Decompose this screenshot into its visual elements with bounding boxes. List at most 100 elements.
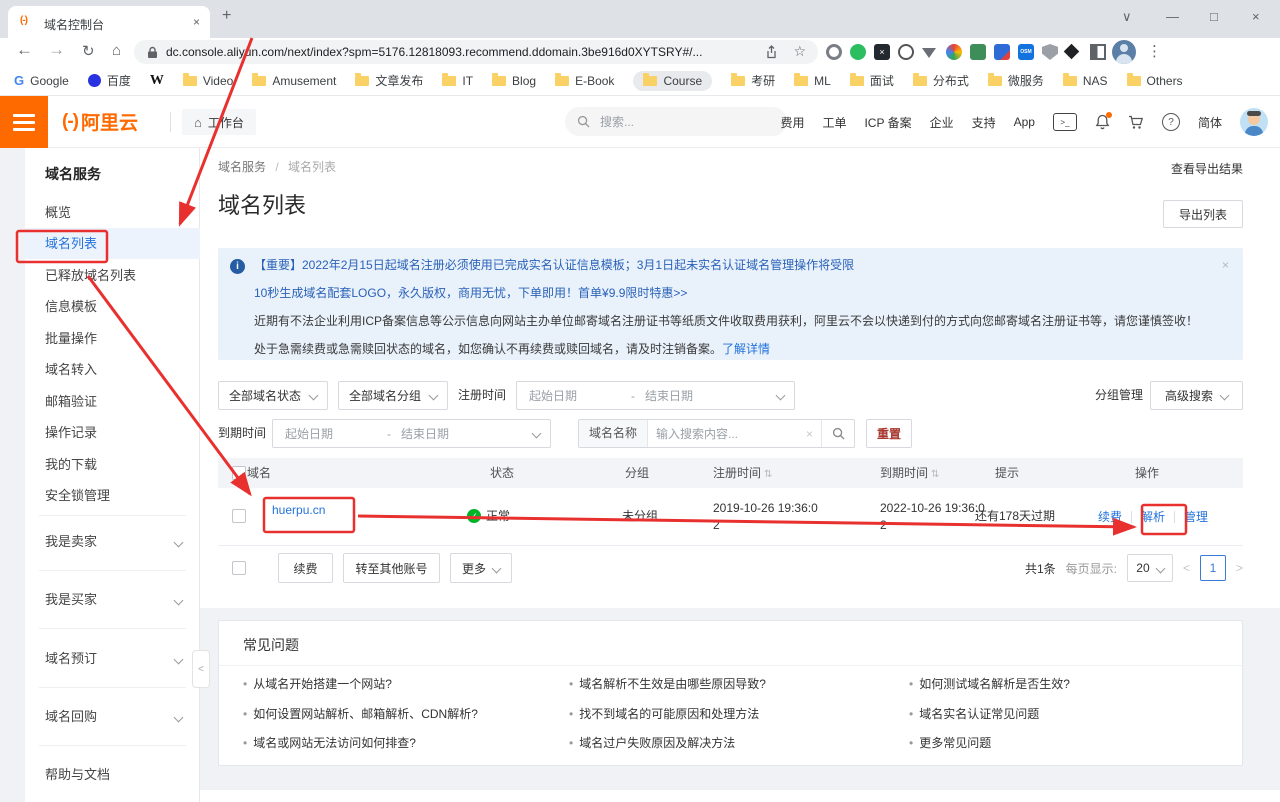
per-page-select[interactable]: 20 — [1127, 554, 1173, 582]
share-icon[interactable] — [765, 45, 778, 59]
bookmark-folder-interview[interactable]: 面试 — [850, 72, 894, 89]
prev-page-icon[interactable]: < — [1183, 561, 1190, 575]
faq-link[interactable]: •如何测试域名解析是否生效? — [909, 675, 1070, 692]
banner-line-2[interactable]: 10秒生成域名配套LOGO，永久版权，商用无忧，下单即用！首单¥9.9限时特惠>… — [254, 283, 687, 303]
sidebar-item-help-docs[interactable]: 帮助与文档 — [25, 759, 200, 791]
window-maximize-icon[interactable]: □ — [1210, 9, 1218, 24]
breadcrumb-domain-service[interactable]: 域名服务 — [218, 160, 266, 174]
faq-link[interactable]: •域名过户失败原因及解决方法 — [569, 734, 735, 751]
bookmark-folder-blog[interactable]: Blog — [492, 74, 536, 88]
forward-icon[interactable]: → — [48, 40, 65, 60]
ext-sync-icon[interactable] — [898, 44, 914, 60]
browser-menu-icon[interactable]: ⋮ — [1147, 42, 1162, 60]
console-search[interactable] — [565, 107, 787, 136]
learn-more-link[interactable]: 了解详情 — [722, 342, 770, 356]
ext-pin-icon[interactable] — [1064, 44, 1080, 60]
row-checkbox[interactable] — [232, 509, 246, 523]
aliyun-logo[interactable]: (-) 阿里云 — [62, 108, 138, 135]
bookmark-folder-course[interactable]: Course — [633, 71, 712, 91]
ext-colorwheel-icon[interactable] — [946, 44, 962, 60]
sidebar-item-released-domains[interactable]: 已释放域名列表 — [25, 260, 200, 291]
ext-v-icon[interactable] — [922, 48, 936, 58]
cloudshell-icon[interactable]: >_ — [1053, 113, 1077, 131]
export-list-button[interactable]: 导出列表 — [1163, 200, 1243, 228]
bookmark-folder-it[interactable]: IT — [442, 74, 473, 88]
register-date-range[interactable]: - — [516, 381, 795, 410]
clear-input-icon[interactable]: × — [798, 427, 821, 441]
reset-button[interactable]: 重置 — [866, 419, 912, 448]
ext-sign-icon[interactable] — [970, 44, 986, 60]
window-menu-icon[interactable]: ∨ — [1122, 9, 1132, 25]
expire-date-range[interactable]: - — [272, 419, 551, 448]
register-end-date-input[interactable] — [643, 388, 739, 404]
bookmark-folder-publish[interactable]: 文章发布 — [355, 72, 423, 89]
bookmark-folder-video[interactable]: Video — [183, 74, 233, 88]
nav-enterprise[interactable]: 企业 — [930, 114, 954, 131]
sidebar-item-info-template[interactable]: 信息模板 — [25, 291, 200, 322]
bookmark-folder-nas[interactable]: NAS — [1063, 74, 1108, 88]
window-close-icon[interactable]: × — [1252, 9, 1260, 24]
workbench-button[interactable]: ⌂ 工作台 — [182, 109, 256, 135]
window-minimize-icon[interactable]: — — [1166, 9, 1179, 24]
nav-app[interactable]: App — [1014, 115, 1035, 129]
nav-ticket[interactable]: 工单 — [822, 114, 846, 131]
sidebar-item-batch-operation[interactable]: 批量操作 — [25, 323, 200, 354]
ext-x-icon[interactable]: × — [874, 44, 890, 60]
sidebar-item-domain-transfer-in[interactable]: 域名转入 — [25, 354, 200, 385]
col-registered[interactable]: 注册时间⇅ — [713, 458, 772, 488]
search-submit-button[interactable] — [821, 420, 854, 447]
batch-renew-button[interactable]: 续费 — [278, 553, 333, 583]
select-all-checkbox[interactable] — [232, 466, 246, 480]
home-icon[interactable]: ⌂ — [112, 42, 121, 59]
renew-link[interactable]: 续费 — [1098, 508, 1122, 525]
current-page[interactable]: 1 — [1200, 555, 1226, 581]
manage-link[interactable]: 管理 — [1184, 508, 1208, 525]
ext-shield-icon[interactable] — [1042, 44, 1058, 60]
bookmark-folder-distributed[interactable]: 分布式 — [913, 72, 969, 89]
banner-close-icon[interactable]: × — [1222, 258, 1229, 272]
bookmark-folder-amusement[interactable]: Amusement — [252, 74, 336, 88]
register-start-date-input[interactable] — [527, 388, 623, 404]
product-menu-button[interactable] — [0, 96, 48, 148]
console-search-input[interactable] — [598, 114, 762, 130]
faq-link[interactable]: •更多常见问题 — [909, 734, 991, 751]
next-page-icon[interactable]: > — [1236, 561, 1243, 575]
batch-transfer-button[interactable]: 转至其他账号 — [343, 553, 440, 583]
bookmark-folder-others[interactable]: Others — [1127, 74, 1183, 88]
batch-select-checkbox[interactable] — [232, 561, 246, 575]
domain-name-search[interactable]: 域名名称 × — [578, 419, 855, 448]
sort-icon[interactable]: ⇅ — [931, 469, 939, 480]
sidebar-item-my-downloads[interactable]: 我的下载 — [25, 449, 200, 480]
nav-icp[interactable]: ICP 备案 — [864, 114, 911, 131]
sidebar-collapse-handle[interactable]: < — [192, 650, 210, 688]
bookmark-wikipedia[interactable]: W — [150, 73, 164, 89]
tab-close-icon[interactable]: × — [193, 15, 200, 29]
browser-profile-avatar[interactable] — [1112, 40, 1136, 64]
bookmark-baidu[interactable]: 百度 — [88, 72, 131, 89]
sidebar-item-email-verify[interactable]: 邮箱验证 — [25, 386, 200, 417]
group-manage-link[interactable]: 分组管理 — [1095, 381, 1143, 410]
reload-icon[interactable]: ↻ — [82, 42, 95, 60]
bookmark-google[interactable]: GGoogle — [14, 73, 69, 88]
expire-end-date-input[interactable] — [399, 426, 495, 442]
advanced-search-button[interactable]: 高级搜索 — [1150, 381, 1243, 410]
bookmark-folder-ml[interactable]: ML — [794, 74, 831, 88]
faq-link[interactable]: •域名解析不生效是由哪些原因导致? — [569, 675, 766, 692]
back-icon[interactable]: ← — [16, 40, 33, 60]
ext-osm-icon[interactable]: OSM — [1018, 44, 1034, 60]
user-avatar[interactable] — [1240, 108, 1268, 136]
notifications-bell-icon[interactable] — [1095, 114, 1110, 130]
faq-link[interactable]: •域名实名认证常见问题 — [909, 705, 1039, 722]
bookmark-folder-microservice[interactable]: 微服务 — [988, 72, 1044, 89]
browser-tab[interactable]: (-) 域名控制台 × — [8, 6, 210, 38]
domain-link[interactable]: huerpu.cn — [272, 503, 325, 517]
sidebar-group-domain-buyback[interactable]: 域名回购 — [25, 701, 200, 733]
language-switch[interactable]: 简体 — [1198, 114, 1222, 131]
sidebar-group-domain-reserve[interactable]: 域名预订 — [25, 643, 200, 675]
ext-reader-icon[interactable] — [1090, 44, 1106, 60]
sidebar-item-security-lock[interactable]: 安全锁管理 — [25, 480, 200, 511]
bookmark-folder-kaoyan[interactable]: 考研 — [731, 72, 775, 89]
new-tab-button[interactable]: + — [222, 7, 231, 25]
domain-search-input[interactable] — [648, 427, 798, 441]
sidebar-group-seller[interactable]: 我是卖家 — [25, 526, 200, 558]
